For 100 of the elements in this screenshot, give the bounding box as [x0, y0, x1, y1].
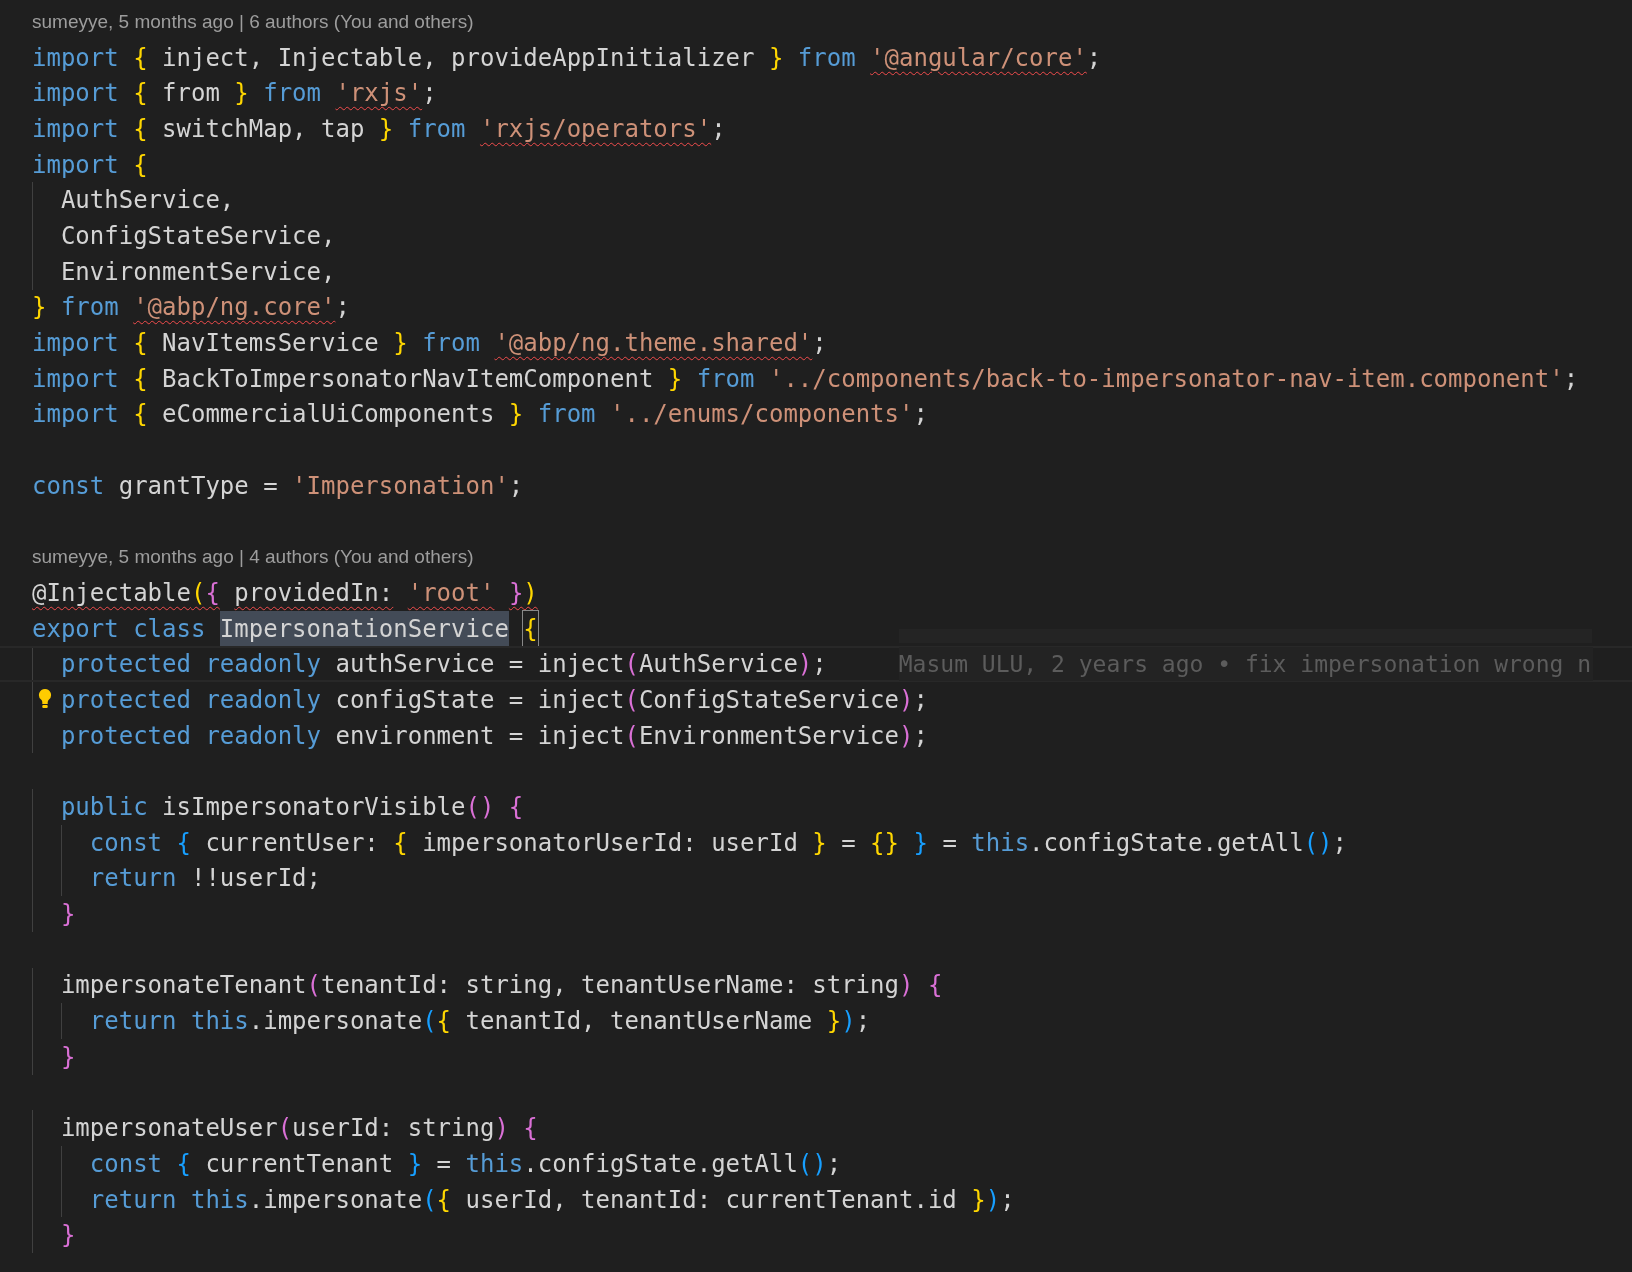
- bracket: (: [422, 1184, 437, 1216]
- string-literal: 'root': [407, 577, 495, 609]
- bracket: }: [913, 827, 928, 859]
- bracket: (): [1303, 827, 1333, 859]
- bracket: (: [277, 1113, 293, 1145]
- bracket: }: [234, 78, 249, 110]
- keyword: const: [89, 827, 163, 859]
- bracket: {: [133, 149, 148, 181]
- keyword: import: [32, 42, 119, 74]
- code-text: ;: [855, 1006, 871, 1038]
- string-literal: 'rxjs/operators': [479, 113, 712, 145]
- keyword: from: [537, 399, 596, 431]
- code-text: ;: [913, 399, 928, 431]
- keyword: export class: [32, 613, 206, 645]
- keyword: from: [60, 292, 119, 324]
- code-text: !!userId;: [190, 863, 321, 895]
- bracket: }: [971, 1184, 986, 1216]
- code-text: ;: [711, 113, 726, 145]
- code-text: ;: [812, 649, 827, 681]
- keyword: from: [407, 113, 466, 145]
- highlighted-class-name: ImpersonationService: [219, 610, 509, 647]
- bracket: ): [797, 649, 813, 681]
- keyword: this: [971, 827, 1030, 859]
- bracket: (: [624, 649, 639, 681]
- string-literal: '../components/back-to-impersonator-nav-item.component': [768, 363, 1564, 395]
- bracket: (: [624, 720, 639, 752]
- string-literal: 'rxjs': [335, 78, 423, 110]
- codelens-text[interactable]: sumeyye, 5 months ago | 6 authors (You and others): [32, 7, 474, 37]
- keyword: const: [89, 1148, 163, 1180]
- code-text: EnvironmentService,: [60, 256, 336, 288]
- bracket: }: [508, 577, 524, 609]
- code-text: tenantId, tenantUserName: [465, 1006, 813, 1038]
- keyword: protected readonly: [60, 720, 321, 752]
- keyword: return: [89, 1006, 177, 1038]
- codelens-text[interactable]: sumeyye, 5 months ago | 4 authors (You and others): [32, 542, 474, 572]
- code-text: impersonateUser: [60, 1113, 278, 1145]
- code-text: =: [436, 1148, 452, 1180]
- bracket: (: [306, 970, 321, 1002]
- code-text: providedIn:: [234, 577, 394, 609]
- code-text: configState = inject: [335, 684, 625, 716]
- keyword: protected readonly: [60, 649, 321, 681]
- bracket: }: [812, 827, 827, 859]
- string-literal: '@abp/ng.core': [133, 292, 336, 324]
- bracket: }: [378, 113, 394, 145]
- keyword: return: [89, 1184, 177, 1216]
- bracket: ): [899, 684, 914, 716]
- bracket: ): [494, 1113, 509, 1145]
- bracket: ): [523, 577, 538, 609]
- bracket: {: [133, 78, 148, 110]
- bracket: {: [133, 113, 148, 145]
- code-text: ;: [913, 720, 928, 752]
- bracket: }: [60, 899, 76, 931]
- bracket: }: [667, 363, 683, 395]
- code-text: isImpersonatorVisible: [162, 791, 466, 823]
- keyword: this: [465, 1148, 524, 1180]
- code-text: NavItemsService: [162, 328, 379, 360]
- bracket: {: [133, 399, 148, 431]
- lightbulb-icon[interactable]: [38, 688, 52, 711]
- keyword: import: [32, 399, 119, 431]
- code-text: ;: [826, 1148, 842, 1180]
- keyword: from: [696, 363, 755, 395]
- bracket: {: [133, 328, 148, 360]
- bracket: (: [190, 577, 206, 609]
- bracket: }: [508, 399, 524, 431]
- code-text: impersonateTenant: [60, 970, 307, 1002]
- code-text: AuthService,: [60, 185, 235, 217]
- code-text: ;: [1000, 1184, 1015, 1216]
- code-text: .configState.getAll: [523, 1148, 798, 1180]
- bracket: {: [436, 1006, 452, 1038]
- bracket: (): [465, 791, 495, 823]
- bracket: }: [60, 1220, 76, 1252]
- code-text: tenantId: string, tenantUserName: string: [321, 970, 899, 1002]
- bracket: }: [32, 292, 47, 324]
- code-text: .impersonate: [248, 1184, 423, 1216]
- keyword: import: [32, 113, 119, 145]
- keyword: from: [797, 42, 856, 74]
- code-text: =: [841, 827, 856, 859]
- code-text: ;: [1563, 363, 1579, 395]
- keyword: this: [190, 1184, 249, 1216]
- bracket: }: [768, 42, 784, 74]
- code-text: BackToImpersonatorNavItemComponent: [162, 363, 654, 395]
- bracket: {: [176, 1148, 191, 1180]
- bracket: ): [985, 1184, 1001, 1216]
- keyword: from: [263, 78, 321, 110]
- bracket: {: [133, 363, 148, 395]
- keyword: public: [60, 791, 148, 823]
- git-blame-annotation: Masum ULU, 2 years ago • fix impersonation wrong n: [898, 646, 1594, 682]
- code-text: ;: [335, 292, 350, 324]
- code-text: ;: [422, 78, 437, 110]
- code-text: ;: [1086, 42, 1102, 74]
- bracket: {: [393, 827, 408, 859]
- code-text: .configState.getAll: [1029, 827, 1304, 859]
- code-text: ;: [812, 328, 827, 360]
- code-text: inject, Injectable, provideAppInitializer: [162, 42, 755, 74]
- keyword: protected readonly: [60, 684, 321, 716]
- keyword: from: [422, 328, 480, 360]
- code-text: ConfigStateService: [638, 684, 899, 716]
- bracket: {: [508, 791, 524, 823]
- keyword: import: [32, 78, 119, 110]
- bracket: {: [133, 42, 148, 74]
